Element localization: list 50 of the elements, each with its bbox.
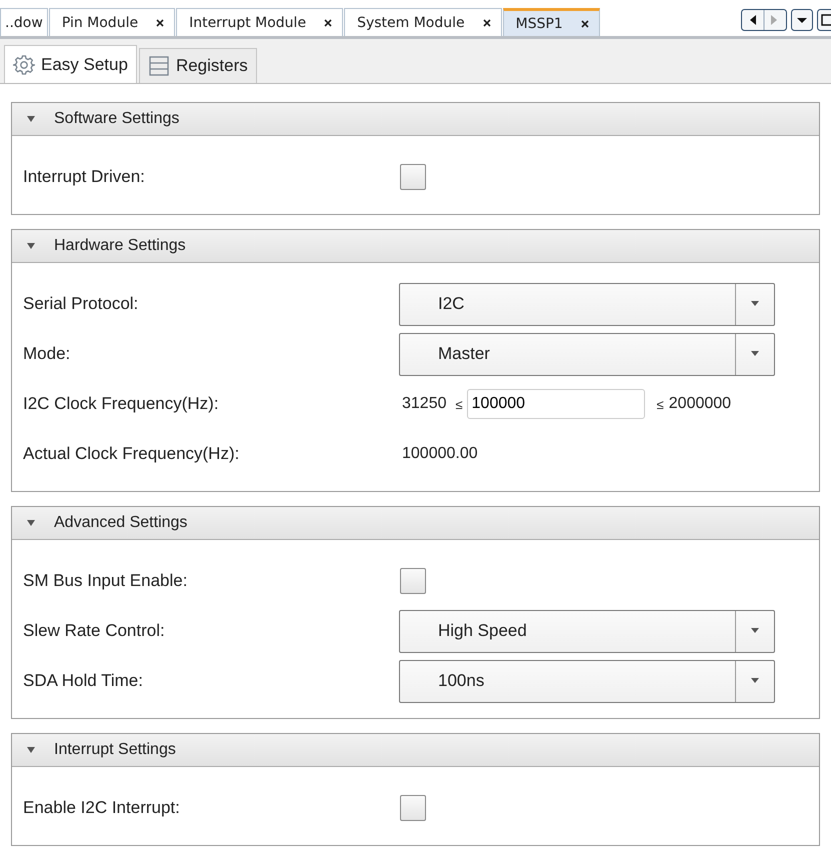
less-equal-sign: ≤ — [656, 396, 664, 412]
caret-icon — [750, 351, 760, 357]
field-label: Serial Protocol: — [22, 294, 140, 314]
collapse-triangle-icon[interactable] — [26, 519, 36, 527]
maximize-icon[interactable] — [817, 9, 831, 31]
collapse-triangle-icon[interactable] — [26, 115, 36, 123]
collapse-triangle-icon[interactable] — [26, 242, 36, 250]
editor-tab[interactable]: Interrupt Module — [176, 8, 344, 36]
section-header[interactable]: Software Settings — [12, 103, 819, 136]
list-icon — [148, 55, 170, 77]
gear-icon — [13, 54, 35, 76]
checkbox[interactable] — [400, 568, 426, 594]
field-label: Enable I2C Interrupt: — [22, 798, 181, 818]
input-field[interactable]: 100000 — [466, 389, 645, 419]
scroll-arrows-icon[interactable] — [741, 9, 787, 31]
caret-icon — [750, 678, 760, 684]
dropdown-icon[interactable] — [791, 9, 813, 31]
section-header[interactable]: Hardware Settings — [12, 230, 819, 263]
editor-tab[interactable]: Pin Module — [48, 8, 176, 36]
checkbox[interactable] — [400, 795, 426, 821]
field-label: Interrupt Driven: — [22, 167, 146, 187]
dropdown[interactable]: High Speed — [399, 610, 775, 652]
dropdown[interactable]: Master — [399, 332, 775, 376]
field-label: I2C Clock Frequency(Hz): — [22, 394, 220, 414]
field-label: Mode: — [22, 344, 72, 364]
caret-icon — [750, 301, 760, 307]
less-equal-sign: ≤ — [456, 396, 463, 412]
view-tab[interactable]: Registers — [138, 48, 257, 83]
max-value: 2000000 — [668, 395, 732, 413]
value-text: 100000.00 — [402, 445, 478, 463]
close-icon[interactable] — [156, 18, 164, 26]
dropdown[interactable]: I2C — [399, 282, 775, 326]
checkbox[interactable] — [400, 164, 426, 190]
section-header[interactable]: Advanced Settings — [12, 507, 819, 540]
close-icon[interactable] — [580, 20, 589, 28]
field-label: SM Bus Input Enable: — [22, 571, 188, 591]
editor-tab[interactable]: MSSP1 — [502, 8, 600, 36]
close-icon[interactable] — [324, 18, 332, 26]
field-label: Actual Clock Frequency(Hz): — [22, 444, 240, 464]
close-icon[interactable] — [482, 18, 491, 26]
editor-tab[interactable]: System Module — [344, 8, 502, 36]
field-label: Slew Rate Control: — [22, 621, 166, 641]
editor-tab[interactable]: ..dow — [0, 8, 48, 36]
min-value: 31250 — [402, 395, 446, 413]
collapse-triangle-icon[interactable] — [26, 746, 36, 754]
dropdown[interactable]: 100ns — [399, 660, 775, 702]
field-label: SDA Hold Time: — [22, 671, 144, 691]
section-header[interactable]: Interrupt Settings — [12, 734, 819, 767]
caret-icon — [750, 628, 760, 634]
view-tab[interactable]: Easy Setup — [4, 45, 137, 83]
